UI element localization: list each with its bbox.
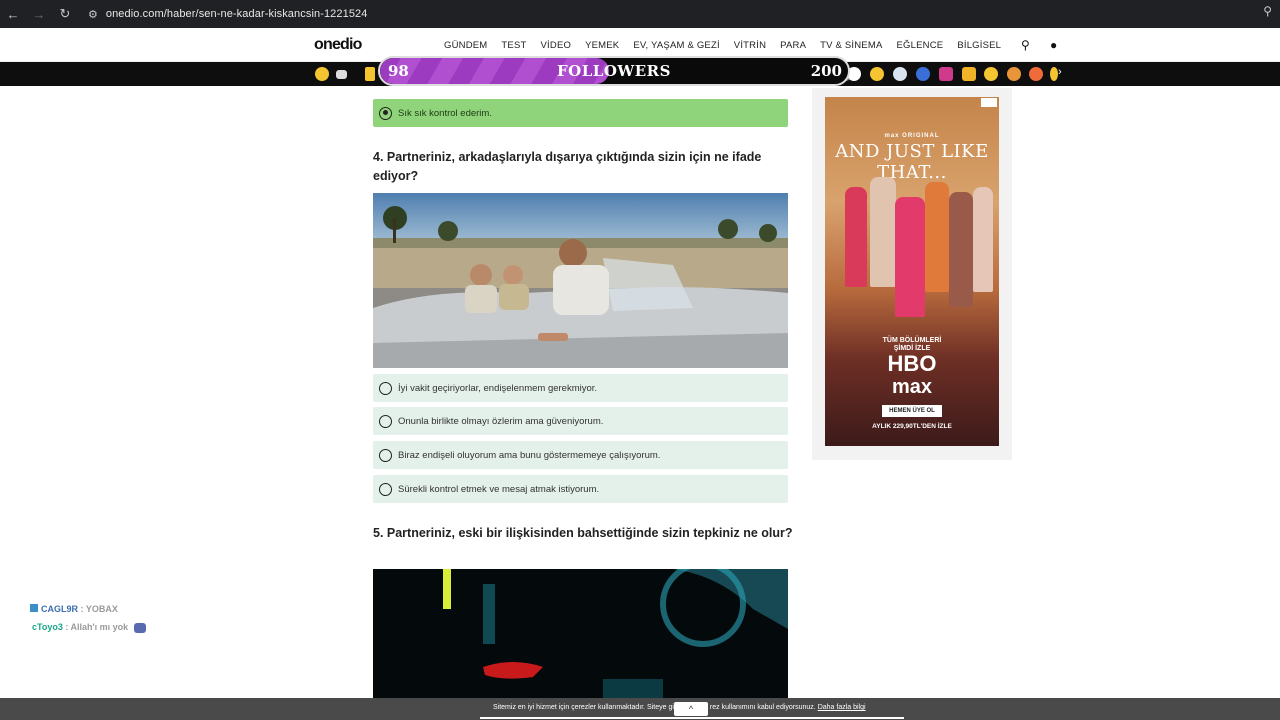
hbo-logo: HBO [887, 351, 937, 376]
emoji-gift-icon[interactable] [939, 67, 953, 81]
chat-message: cToyo3 : Allah'ı mı yok [32, 622, 146, 633]
emoji-gamepad-icon[interactable] [336, 70, 347, 79]
browser-toolbar: ← → ↻ ⚙ onedio.com/haber/sen-ne-kadar-ki… [0, 0, 1280, 28]
radio-icon[interactable] [379, 448, 392, 462]
ad-figure [925, 182, 949, 292]
radio-icon[interactable] [379, 482, 392, 496]
answer-option-selected[interactable]: Sık sık kontrol ederim. [373, 99, 788, 127]
ad-figure [895, 197, 925, 317]
emoji-partial-icon[interactable] [1050, 67, 1058, 81]
radio-checked-icon[interactable] [379, 106, 392, 120]
chat-text: YOBAX [85, 604, 118, 614]
answer-text: Biraz endişeli oluyorum ama bunu gösterm… [398, 449, 661, 461]
nav-item-tv-sinema[interactable]: TV & SİNEMA [820, 40, 882, 51]
nav-item-bilgisel[interactable]: BİLGİSEL [957, 40, 1001, 51]
radio-icon[interactable] [379, 414, 392, 428]
ad-figure [973, 187, 993, 292]
ad-figure [949, 192, 973, 307]
nav-item-test[interactable]: TEST [501, 40, 526, 51]
emoji-love-icon[interactable] [1029, 67, 1043, 81]
max-logo: max [891, 376, 933, 398]
chat-text: Allah'ı mı yok [70, 622, 129, 632]
chat-username: cToyo3 [32, 622, 63, 632]
ad-figure [845, 187, 867, 287]
nav-item-vitrin[interactable]: VİTRİN [734, 40, 766, 51]
followers-goal: 200 [810, 62, 842, 80]
emoji-crown-icon[interactable] [962, 67, 976, 81]
scroll-top-button[interactable]: ^ [674, 702, 708, 716]
answer-option-1[interactable]: İyi vakit geçiriyorlar, endişelenmem ger… [373, 374, 788, 402]
hbo-max-ad[interactable]: max ORIGINAL AND JUST LIKE THAT... TÜM B… [825, 97, 999, 446]
cookie-text-right: rez kullanımını kabul ediyorsunuz. [709, 704, 816, 711]
back-icon[interactable]: ← [0, 3, 26, 25]
emoji-smile-icon[interactable] [870, 67, 884, 81]
main-nav: GÜNDEM TEST VİDEO YEMEK EV, YAŞAM & GEZİ… [444, 40, 1015, 51]
nav-item-para[interactable]: PARA [780, 40, 806, 51]
question-4-title: 4. Partneriniz, arkadaşlarıyla dışarıya … [373, 150, 762, 183]
nav-item-ev-yasam-gezi[interactable]: EV, YAŞAM & GEZİ [633, 40, 719, 51]
chat-badge-icon [30, 604, 38, 612]
nav-item-gundem[interactable]: GÜNDEM [444, 40, 487, 51]
ad-member-button[interactable]: HEMEN ÜYE OL [882, 405, 942, 417]
followers-goal-overlay: 98 FOLLOWERS 200 [378, 56, 850, 86]
cookie-text-left: Sitemiz en iyi hizmet için çerezler kull… [493, 704, 674, 711]
emoji-snow-icon[interactable] [893, 67, 907, 81]
address-bar[interactable]: onedio.com/haber/sen-ne-kadar-kiskancsin… [106, 8, 368, 20]
emoji-cookie-icon[interactable] [1007, 67, 1021, 81]
search-icon[interactable]: ⚲ [1021, 38, 1030, 52]
ad-price: AYLIK 229,90TL'DEN İZLE [872, 423, 952, 430]
answer-text: Onunla birlikte olmayı özlerim ama güven… [398, 415, 604, 427]
nav-item-yemek[interactable]: YEMEK [585, 40, 619, 51]
ad-title: AND JUST LIKE THAT... [835, 141, 989, 183]
nav-item-eglence[interactable]: EĞLENCE [897, 40, 944, 51]
video-progress-line [480, 717, 904, 719]
question-5-title: 5. Partneriniz, eski bir ilişkisinden ba… [373, 526, 793, 540]
answer-text: Sürekli kontrol etmek ve mesaj atmak ist… [398, 483, 600, 495]
forward-icon[interactable]: → [26, 3, 52, 25]
answer-option-4[interactable]: Sürekli kontrol etmek ve mesaj atmak ist… [373, 475, 788, 503]
adchoices-icon[interactable] [981, 98, 997, 107]
chat-username: CAGL9R [41, 604, 79, 614]
user-icon[interactable]: ● [1050, 38, 1057, 52]
answer-option-3[interactable]: Biraz endişeli oluyorum ama bunu gösterm… [373, 441, 788, 469]
ad-brand: max ORIGINAL [884, 133, 940, 139]
site-info-icon[interactable]: ⚙ [88, 8, 98, 21]
answer-text: İyi vakit geçiriyorlar, endişelenmem ger… [398, 382, 598, 394]
followers-label: FOLLOWERS [557, 62, 671, 80]
nav-item-video[interactable]: VİDEO [541, 40, 572, 51]
emoji-book-icon[interactable] [365, 67, 375, 81]
answer-option-2[interactable]: Onunla birlikte olmayı özlerim ama güven… [373, 407, 788, 435]
convertible-car-photo [373, 193, 788, 368]
emoji-glasses-icon[interactable] [984, 67, 998, 81]
zoom-icon[interactable]: ⚲ [1263, 4, 1272, 18]
radio-icon[interactable] [379, 381, 392, 395]
chevron-right-icon[interactable]: › [1058, 66, 1062, 78]
cookie-more-info-link[interactable]: Daha fazla bilgi [818, 704, 866, 711]
chat-message: CAGL9R : YOBAX [30, 604, 118, 614]
site-logo[interactable]: onedio [314, 36, 362, 54]
cookie-banner: Sitemiz en iyi hizmet için çerezler kull… [0, 698, 1280, 720]
answer-text: Sık sık kontrol ederim. [398, 107, 492, 119]
question-4-image [373, 193, 788, 368]
emoji-blue-icon[interactable] [916, 67, 930, 81]
reload-icon[interactable]: ↻ [52, 3, 78, 25]
ad-cta-line1: TÜM BÖLÜMLERİ [882, 337, 942, 344]
ad-figure [870, 177, 896, 287]
emoji-laugh-icon[interactable] [315, 67, 329, 81]
chat-emote-icon [133, 622, 146, 633]
